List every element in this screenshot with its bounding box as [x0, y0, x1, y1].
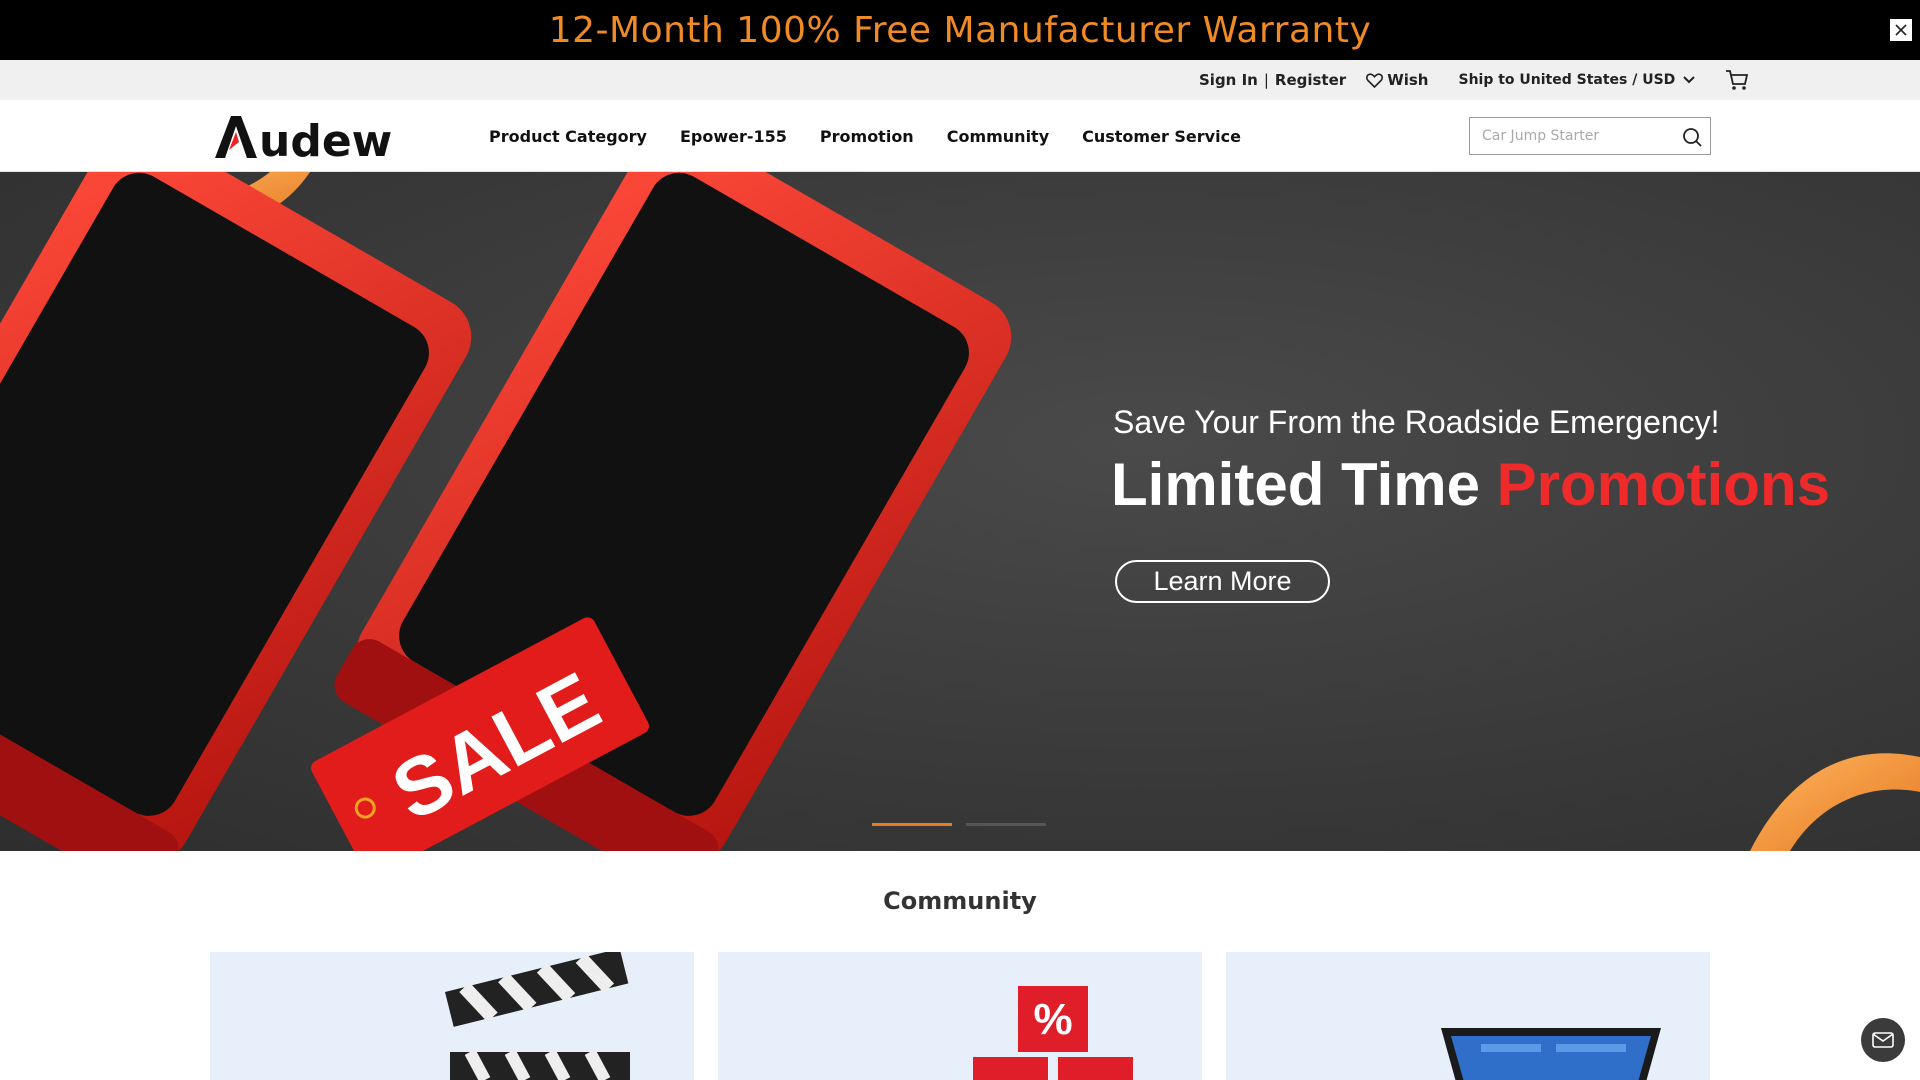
cart-button[interactable]: [1725, 69, 1749, 91]
announcement-text: 12-Month 100% Free Manufacturer Warranty: [548, 9, 1372, 51]
learn-more-button[interactable]: Learn More: [1115, 560, 1330, 603]
hero-subtitle: Save Your From the Roadside Emergency!: [1113, 404, 1720, 440]
separator: |: [1263, 71, 1269, 89]
slider-dot-1[interactable]: [872, 823, 952, 826]
nav-product-category[interactable]: Product Category: [489, 127, 647, 146]
hero-title-accent: Promotions: [1496, 451, 1830, 518]
cart-icon: [1726, 70, 1749, 90]
community-heading: Community: [883, 887, 1037, 915]
discount-boxes-icon: %: [973, 986, 1133, 1080]
main-nav: Product Category Epower-155 Promotion Co…: [489, 100, 1274, 172]
sign-in-link[interactable]: Sign In: [1199, 71, 1258, 89]
nav-customer-service[interactable]: Customer Service: [1082, 127, 1241, 146]
close-icon[interactable]: [1890, 19, 1912, 41]
nav-epower-155[interactable]: Epower-155: [680, 127, 787, 146]
ship-to-selector[interactable]: Ship to United States / USD: [1458, 72, 1696, 88]
nav-community[interactable]: Community: [947, 127, 1049, 146]
ship-to-label: Ship to United States / USD: [1458, 72, 1676, 88]
community-card-laptop[interactable]: [1226, 952, 1710, 1080]
brand-logo[interactable]: udew: [213, 112, 395, 160]
svg-text:%: %: [1033, 995, 1072, 1044]
wish-link[interactable]: Wish: [1366, 71, 1428, 89]
hero-title: Limited Time Promotions: [1111, 450, 1830, 519]
slider-dots: [872, 823, 1060, 826]
register-link[interactable]: Register: [1275, 71, 1346, 89]
wish-label: Wish: [1387, 71, 1429, 89]
announcement-bar: 12-Month 100% Free Manufacturer Warranty: [0, 0, 1920, 60]
nav-promotion[interactable]: Promotion: [820, 127, 914, 146]
search-box: [1469, 117, 1711, 155]
chevron-down-icon: [1683, 76, 1696, 84]
search-icon[interactable]: [1682, 127, 1702, 147]
main-header: udew Product Category Epower-155 Promoti…: [0, 100, 1920, 172]
heart-icon: [1366, 72, 1384, 88]
utility-bar: Sign In | Register Wish Ship to United S…: [0, 60, 1920, 100]
mail-icon[interactable]: [1861, 1018, 1905, 1062]
slider-dot-2[interactable]: [966, 823, 1046, 826]
svg-text:udew: udew: [259, 116, 392, 160]
search-input[interactable]: [1482, 128, 1672, 144]
hero-title-main: Limited Time: [1111, 451, 1497, 518]
laptop-icon: [1441, 1028, 1661, 1080]
clapperboard-icon: [444, 952, 630, 1080]
hero-banner[interactable]: SALE Save Your From the Roadside Emergen…: [0, 172, 1920, 851]
community-card-discount[interactable]: %: [718, 952, 1202, 1080]
community-card-video[interactable]: [210, 952, 694, 1080]
